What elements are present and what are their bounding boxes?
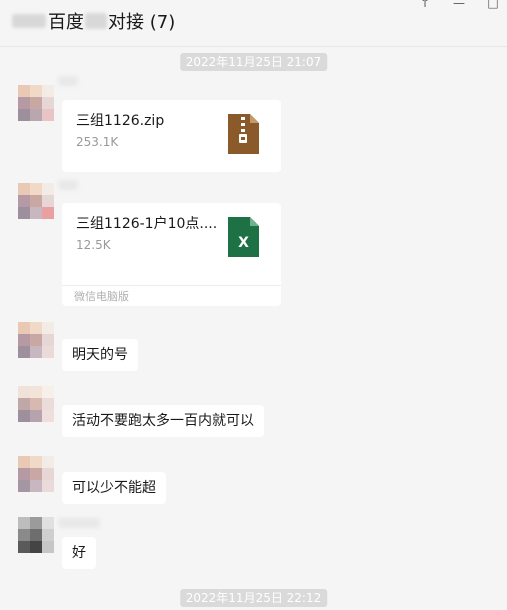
avatar[interactable] [18,517,54,553]
chat-title: 百度 对接 (7) [12,9,175,33]
avatar[interactable] [18,456,54,492]
chat-title-bar: 百度 对接 (7) ↑ — □ [0,0,507,47]
avatar[interactable] [18,183,54,219]
avatar[interactable] [18,85,54,121]
redacted-title-part [85,13,107,29]
text-message[interactable]: 可以少不能超 [62,472,166,504]
excel-icon: X [228,217,259,257]
avatar[interactable] [18,386,54,422]
text-message[interactable]: 活动不要跑太多一百内就可以 [62,405,264,437]
redacted-sender-name [58,76,78,86]
file-message-card[interactable]: 三组1126-1户10点.... 12.5K X 微信电脑版 [62,203,281,306]
message-timestamp: 2022年11月25日 21:07 [179,53,328,71]
file-name: 三组1126.zip [76,113,165,129]
svg-text:X: X [238,235,249,251]
redacted-title-part [12,14,46,28]
file-message-card[interactable]: 三组1126.zip 253.1K [62,100,281,172]
avatar[interactable] [18,322,54,358]
file-size: 253.1K [76,135,119,149]
file-name: 三组1126-1户10点.... [76,216,216,232]
zip-icon [228,114,259,154]
maximize-icon[interactable]: □ [487,0,499,10]
text-message[interactable]: 明天的号 [62,339,138,371]
message-timestamp: 2022年11月25日 22:12 [179,589,328,607]
minimize-icon[interactable]: — [453,0,465,10]
file-source-label: 微信电脑版 [62,285,281,308]
pin-icon[interactable]: ↑ [419,0,431,10]
redacted-sender-name [58,180,78,190]
chat-title-suffix: 对接 (7) [108,12,176,33]
file-size: 12.5K [76,238,111,252]
chat-title-prefix: 百度 [48,12,84,33]
text-message[interactable]: 好 [62,537,96,569]
redacted-sender-name [58,518,100,528]
